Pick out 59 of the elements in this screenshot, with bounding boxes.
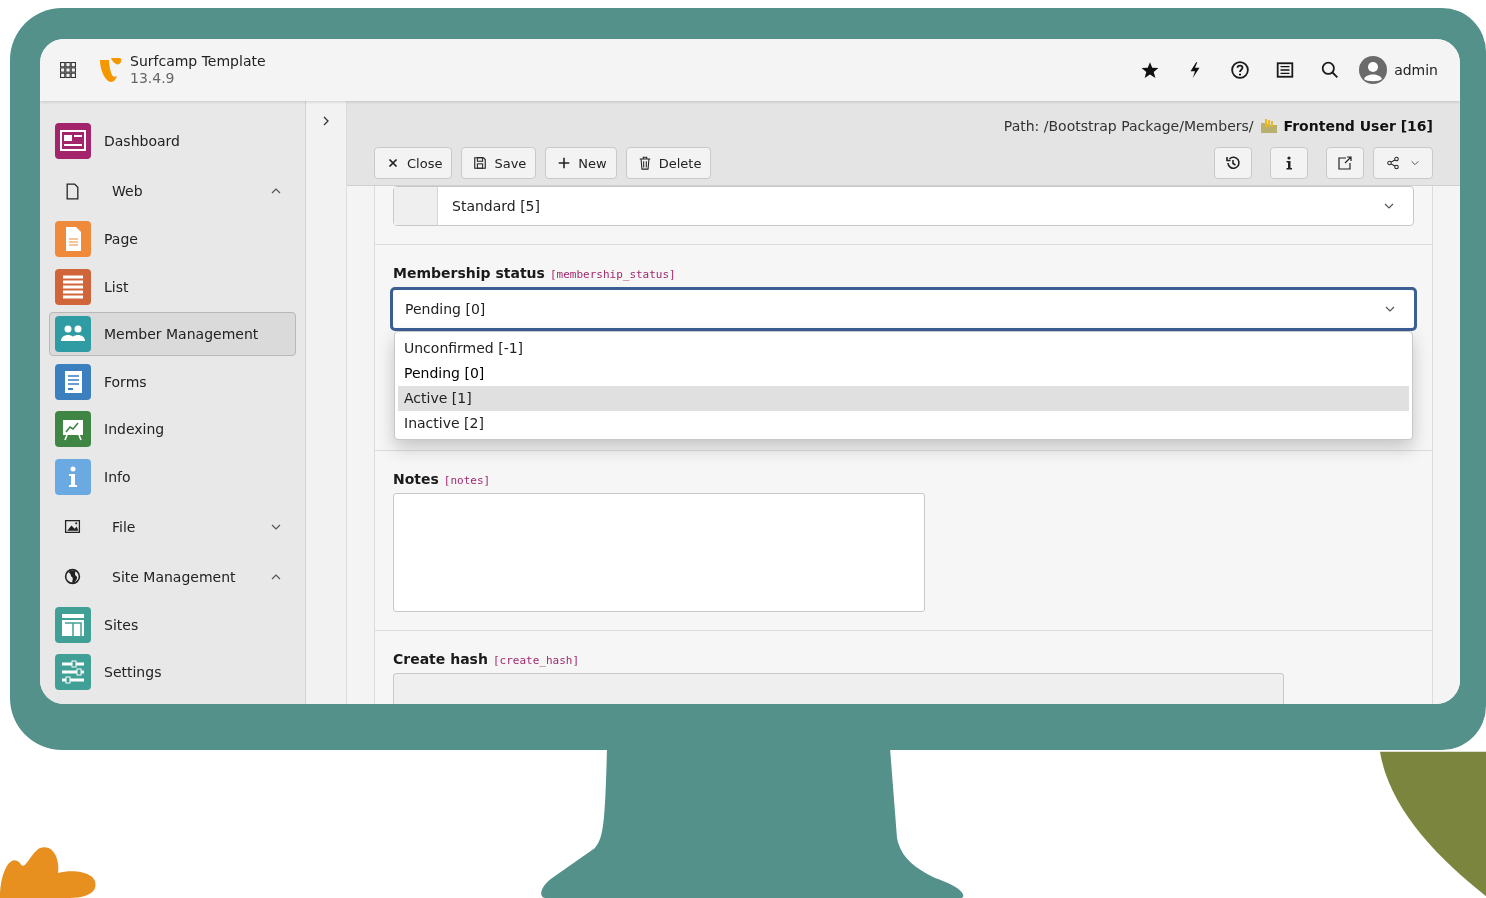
user-menu-button[interactable]: admin: [1359, 56, 1438, 84]
history-button[interactable]: [1214, 147, 1252, 179]
caret-icon: [1410, 158, 1420, 168]
field-label: Membership status: [393, 265, 545, 281]
dropdown-option[interactable]: Inactive [2]: [398, 411, 1409, 436]
sidebar-group[interactable]: Site Management: [49, 554, 296, 599]
toolbar-button[interactable]: Delete: [625, 147, 712, 179]
sidebar-item[interactable]: Indexing: [49, 407, 296, 451]
sidebar-group[interactable]: File: [49, 504, 296, 549]
sidebar-item[interactable]: Dashboard: [49, 119, 296, 163]
sidebar-item[interactable]: Settings: [49, 650, 296, 694]
version-number: 13.4.9: [130, 70, 176, 87]
sidebar-item[interactable]: Sites: [49, 602, 296, 647]
share-icon: [1386, 156, 1400, 170]
help-icon: [1231, 61, 1250, 79]
site-name: Surfcamp Template: [130, 53, 266, 70]
chevron-right-icon: [321, 116, 331, 126]
sidebar-item[interactable]: List: [49, 264, 296, 309]
plus-icon: [557, 156, 572, 170]
toolbar-button[interactable]: Save: [461, 147, 537, 179]
sidebar-item[interactable]: Forms: [49, 359, 296, 404]
search-icon: [1321, 61, 1340, 79]
image-icon: [64, 518, 81, 535]
toolbar-button[interactable]: New: [545, 147, 617, 179]
close-icon: [386, 156, 400, 170]
avatar-icon: [1359, 56, 1388, 84]
list-icon: [1276, 61, 1295, 79]
sidebar-item[interactable]: Page: [49, 217, 296, 261]
logo-icon: [98, 57, 122, 83]
page-icon: [64, 182, 81, 200]
dropdown-option[interactable]: Pending [0]: [398, 361, 1409, 386]
trash-icon: [637, 156, 652, 170]
select-field[interactable]: Pending [0]: [390, 287, 1417, 331]
field-name: [create_hash]: [492, 654, 579, 667]
history-icon: [1225, 155, 1241, 171]
share-button[interactable]: [1373, 147, 1433, 179]
group-label: Web: [112, 183, 144, 199]
external-link-icon: [1337, 155, 1353, 171]
field-name: [membership_status]: [549, 268, 676, 281]
sidebar-item[interactable]: Info: [49, 454, 296, 499]
bookmark-star-icon: [1141, 61, 1160, 79]
record-title: Frontend User [16]: [1283, 118, 1433, 134]
folder-icon: [1259, 118, 1278, 134]
group-label: File: [112, 518, 137, 535]
open-window-button[interactable]: [1326, 147, 1364, 179]
globe-icon: [64, 568, 81, 585]
dropdown-option[interactable]: Active [1]: [398, 386, 1409, 411]
sidebar-item[interactable]: Member Management: [49, 312, 296, 356]
grid-icon: [60, 62, 76, 78]
select-field[interactable]: Standard [5]: [393, 186, 1414, 226]
info-button[interactable]: [1270, 147, 1308, 179]
field-label: Notes: [393, 471, 439, 487]
sidebar-group[interactable]: Web: [49, 169, 296, 213]
toolbar-button[interactable]: Close: [374, 147, 453, 179]
field-name: [notes]: [443, 474, 491, 487]
group-label: Site Management: [112, 568, 237, 585]
dropdown-option[interactable]: Unconfirmed [-1]: [398, 336, 1409, 361]
path-text: Path: /Bootstrap Package/Members/: [1003, 118, 1254, 134]
field-label: Create hash: [393, 651, 488, 667]
